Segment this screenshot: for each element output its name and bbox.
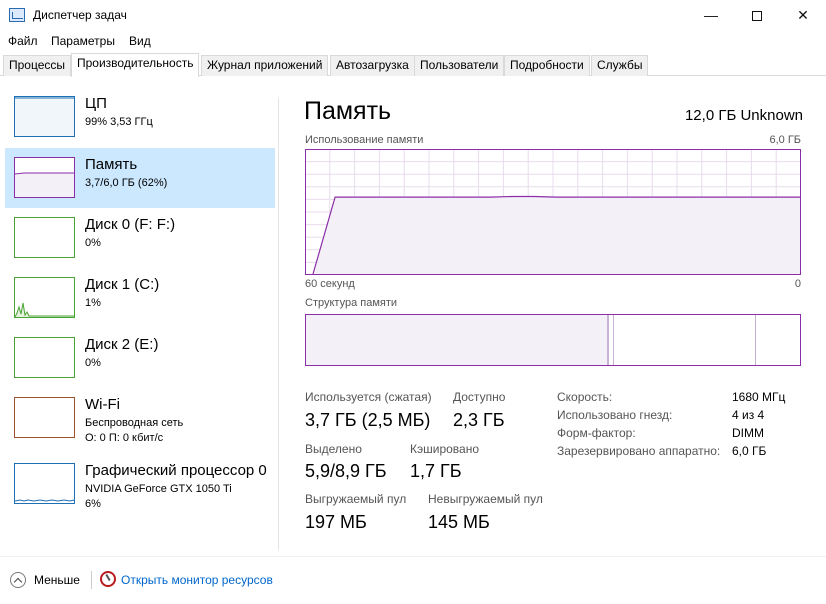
resource-name: Диск 1 (C:) xyxy=(85,276,160,293)
tab-services[interactable]: Службы xyxy=(591,55,649,76)
resource-usage: 3,7/6,0 ГБ (62%) xyxy=(85,177,168,189)
nonpaged-pool-label: Невыгружаемый пул xyxy=(428,492,543,506)
gpu-thumbnail-graph xyxy=(14,463,75,504)
resource-wifi[interactable]: Wi-Fi Беспроводная сеть О: 0 П: 0 кбит/с xyxy=(5,388,275,448)
tab-users[interactable]: Пользователи xyxy=(414,55,505,76)
maximize-icon xyxy=(752,11,762,22)
chevron-up-icon[interactable] xyxy=(10,572,26,588)
slots-used-label: Использовано гнезд: xyxy=(557,408,673,422)
tab-startup[interactable]: Автозагрузка xyxy=(330,55,415,76)
footer-separator xyxy=(91,571,92,589)
memory-usage-area xyxy=(313,196,800,274)
committed-value: 5,9/8,9 ГБ xyxy=(305,461,387,481)
tab-app-history[interactable]: Журнал приложений xyxy=(201,55,329,76)
maximize-button[interactable] xyxy=(734,0,780,31)
paged-pool-label: Выгружаемый пул xyxy=(305,492,407,506)
resource-usage: 1% xyxy=(85,297,101,309)
resource-monitor-icon xyxy=(100,571,116,587)
resource-name: Графический процессор 0 xyxy=(85,462,267,479)
resource-name: Wi-Fi xyxy=(85,396,120,413)
resource-disk-1[interactable]: Диск 1 (C:) 1% xyxy=(5,268,275,328)
resource-usage: 0% xyxy=(85,237,101,249)
disk-2-thumbnail-graph xyxy=(14,337,75,378)
menu-bar: Файл Параметры Вид xyxy=(0,31,826,51)
memory-usage-graph xyxy=(305,149,801,275)
memory-structure-label: Структура памяти xyxy=(305,297,398,309)
memory-usage-label: Использование памяти xyxy=(305,134,424,146)
resource-disk-0[interactable]: Диск 0 (F: F:) 0% xyxy=(5,208,275,268)
tab-processes[interactable]: Процессы xyxy=(3,55,72,76)
pane-divider[interactable] xyxy=(278,98,279,550)
speed-label: Скорость: xyxy=(557,390,613,404)
fewer-details-button[interactable]: Меньше xyxy=(34,573,80,587)
form-factor-value: DIMM xyxy=(732,426,764,440)
resource-memory[interactable]: Память 3,7/6,0 ГБ (62%) xyxy=(5,148,275,208)
close-button[interactable]: ✕ xyxy=(780,0,826,31)
in-use-label: Используется (сжатая) xyxy=(305,390,432,404)
memory-thumbnail-graph xyxy=(14,157,75,198)
tab-bar: Процессы Производительность Журнал прило… xyxy=(0,53,826,77)
task-manager-app-icon xyxy=(9,8,25,22)
resource-gpu-0[interactable]: Графический процессор 0 NVIDIA GeForce G… xyxy=(5,454,275,514)
menu-view[interactable]: Вид xyxy=(129,34,151,48)
resource-usage: 6% xyxy=(85,498,101,510)
resource-usage: 99% 3,53 ГГц xyxy=(85,116,153,128)
cpu-thumbnail-graph xyxy=(14,96,75,137)
resource-adapter: Беспроводная сеть xyxy=(85,417,184,429)
resource-cpu[interactable]: ЦП 99% 3,53 ГГц xyxy=(5,87,275,147)
committed-label: Выделено xyxy=(305,442,362,456)
menu-file[interactable]: Файл xyxy=(8,34,38,48)
cached-label: Кэшировано xyxy=(410,442,480,456)
wifi-thumbnail-graph xyxy=(14,397,75,438)
cached-value: 1,7 ГБ xyxy=(410,461,462,481)
resource-name: ЦП xyxy=(85,95,107,112)
title-bar: Диспетчер задач — ✕ xyxy=(0,0,826,31)
resource-usage: 0% xyxy=(85,357,101,369)
time-axis-left: 60 секунд xyxy=(305,278,355,290)
footer: Меньше Открыть монитор ресурсов xyxy=(0,556,826,604)
window-title: Диспетчер задач xyxy=(33,8,127,22)
available-label: Доступно xyxy=(453,390,506,404)
resource-disk-2[interactable]: Диск 2 (E:) 0% xyxy=(5,328,275,388)
paged-pool-value: 197 МБ xyxy=(305,512,367,532)
memory-total: 12,0 ГБ Unknown xyxy=(684,107,803,124)
minimize-button[interactable]: — xyxy=(688,0,734,31)
tab-performance[interactable]: Производительность xyxy=(71,53,200,77)
disk-1-thumbnail-graph xyxy=(14,277,75,318)
resource-name: Диск 2 (E:) xyxy=(85,336,159,353)
resource-model: NVIDIA GeForce GTX 1050 Ti xyxy=(85,483,232,495)
in-use-value: 3,7 ГБ (2,5 МБ) xyxy=(305,410,431,430)
slots-used-value: 4 из 4 xyxy=(732,408,765,422)
resource-list: ЦП 99% 3,53 ГГц Память 3,7/6,0 ГБ (62%) … xyxy=(0,77,280,554)
memory-title: Память xyxy=(304,97,392,125)
disk-0-thumbnail-graph xyxy=(14,217,75,258)
memory-usage-max: 6,0 ГБ xyxy=(769,134,801,146)
form-factor-label: Форм-фактор: xyxy=(557,426,636,440)
structure-standby[interactable] xyxy=(755,315,756,365)
menu-options[interactable]: Параметры xyxy=(51,34,115,48)
structure-in-use[interactable] xyxy=(306,315,609,365)
open-resource-monitor-link[interactable]: Открыть монитор ресурсов xyxy=(121,573,273,587)
hardware-reserved-label: Зарезервировано аппаратно: xyxy=(557,444,721,458)
nonpaged-pool-value: 145 МБ xyxy=(428,512,490,532)
hardware-reserved-value: 6,0 ГБ xyxy=(732,444,767,458)
resource-name: Диск 0 (F: F:) xyxy=(85,216,176,233)
available-value: 2,3 ГБ xyxy=(453,410,505,430)
resource-name: Память xyxy=(85,156,138,173)
resource-throughput: О: 0 П: 0 кбит/с xyxy=(85,432,164,444)
speed-value: 1680 МГц xyxy=(732,390,786,404)
structure-modified[interactable] xyxy=(613,315,614,365)
time-axis-right: 0 xyxy=(794,278,801,290)
memory-details-pane: Память 12,0 ГБ Unknown Использование пам… xyxy=(290,77,820,554)
memory-structure-bar xyxy=(305,314,801,366)
tab-details[interactable]: Подробности xyxy=(504,55,590,76)
